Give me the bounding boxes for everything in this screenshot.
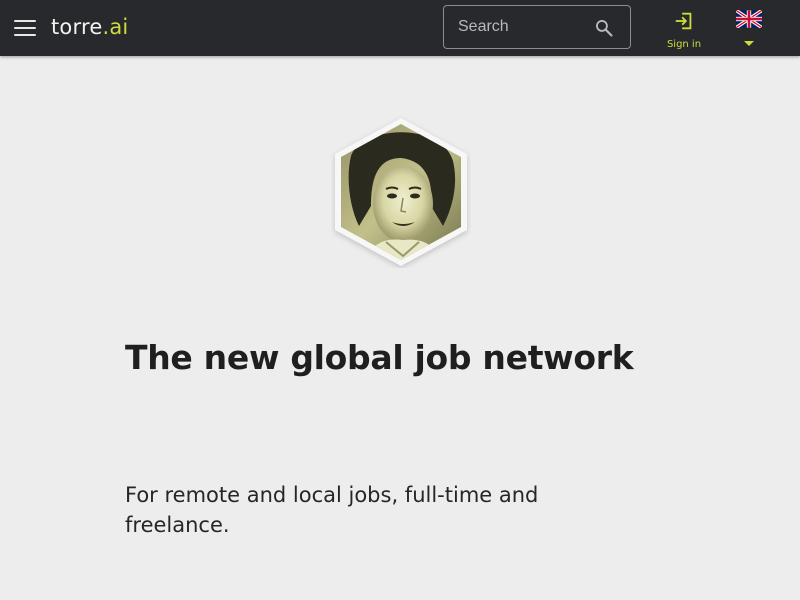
hamburger-menu-icon[interactable]: [14, 19, 36, 37]
top-navigation-bar: torre.ai Sign in: [0, 0, 800, 56]
sign-in-label: Sign in: [666, 39, 702, 50]
caret-down-icon: [744, 41, 754, 46]
logo-main-text: torre: [51, 15, 103, 39]
uk-flag-icon: [736, 10, 762, 28]
logo-suffix: ai: [109, 15, 129, 39]
search-icon[interactable]: [594, 18, 614, 38]
logo[interactable]: torre.ai: [51, 13, 128, 41]
search-box[interactable]: [443, 5, 631, 49]
page-subheadline: For remote and local jobs, full-time and…: [125, 483, 539, 537]
page-headline: The new global job network: [125, 338, 634, 377]
search-input[interactable]: [458, 6, 588, 48]
sign-in-icon: [675, 12, 692, 30]
language-selector[interactable]: [736, 10, 764, 52]
sign-in-button[interactable]: Sign in: [662, 8, 706, 52]
hexagon-portrait-avatar: [335, 118, 467, 266]
